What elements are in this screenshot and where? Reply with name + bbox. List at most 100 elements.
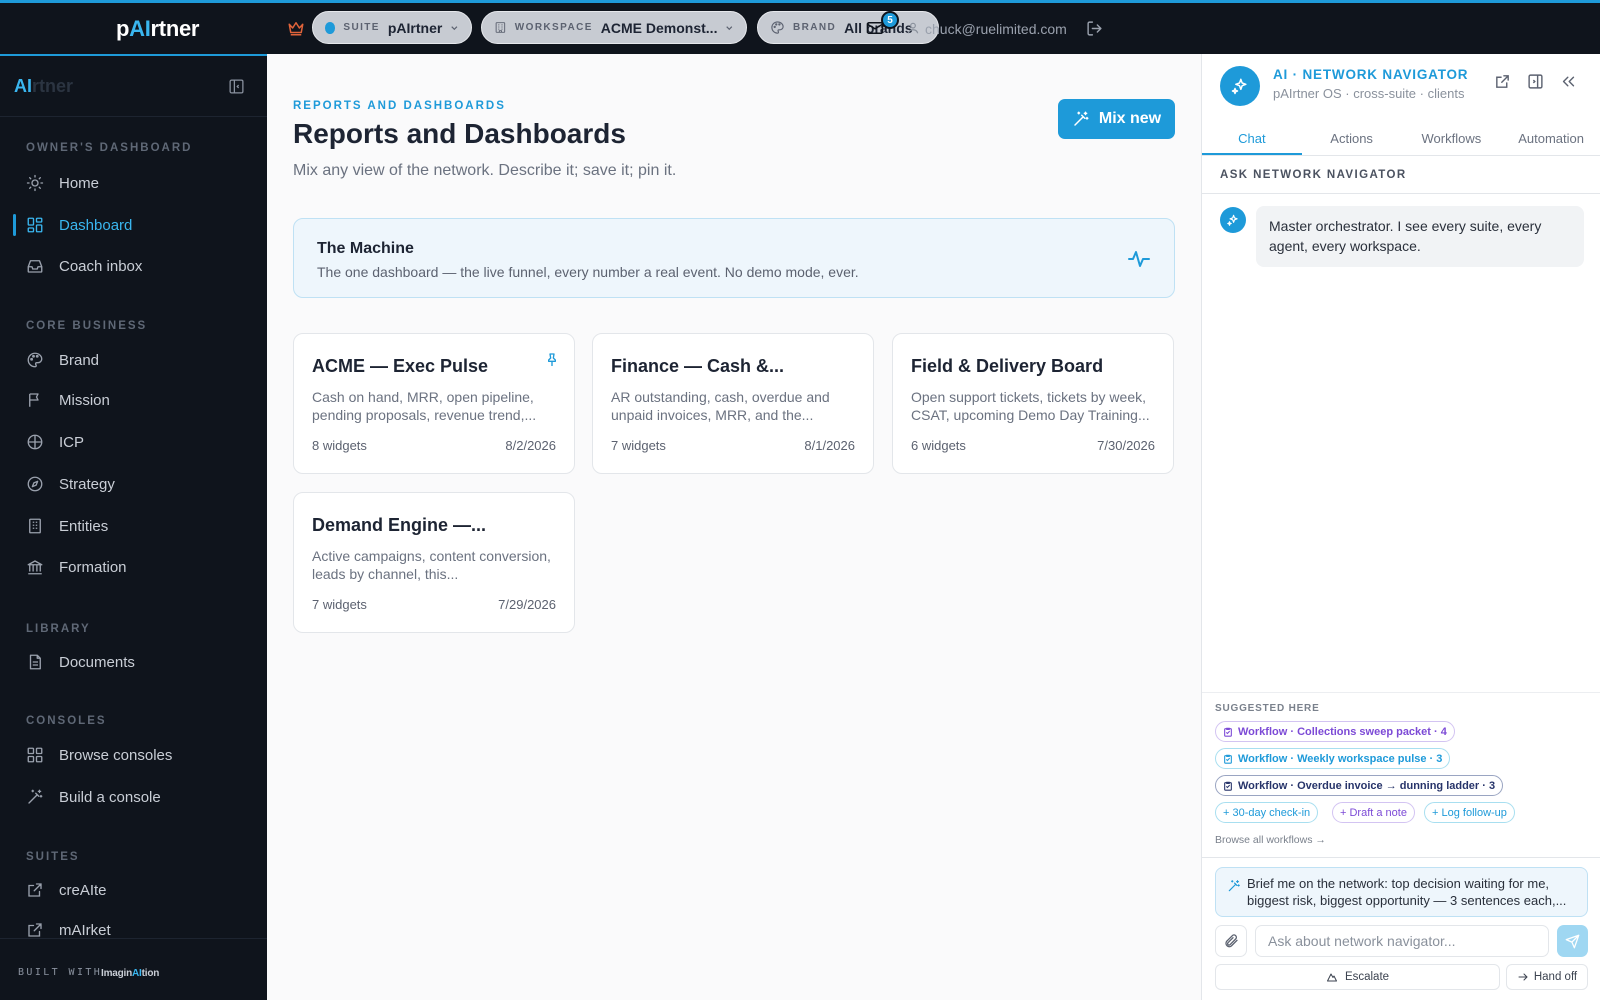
machine-banner[interactable]: The Machine The one dashboard — the live… (293, 218, 1175, 298)
quick-action-check-in[interactable]: + 30-day check-in (1215, 802, 1319, 823)
crown-icon[interactable] (287, 19, 305, 37)
section-suites: SUITES (26, 851, 80, 863)
navigator-subtitle: pAIrtner OS · cross-suite · clients (1273, 86, 1465, 101)
page-subtitle: Mix any view of the network. Describe it… (293, 162, 677, 179)
document-icon (29, 654, 41, 670)
assistant-message: Master orchestrator. I see every suite, … (1256, 206, 1584, 267)
collapse-panel-icon[interactable] (1560, 73, 1577, 90)
workflow-chip-dunning[interactable]: Workflow · Overdue invoice → dunning lad… (1215, 775, 1504, 796)
building-icon (495, 22, 506, 33)
clipboard-icon (1224, 781, 1232, 791)
imagination-logo[interactable]: ImaginAItion (101, 968, 159, 979)
hand-off-button[interactable]: Hand off (1506, 964, 1588, 990)
sidebar-item-home[interactable]: Home (0, 166, 267, 200)
navigator-title: AI · NETWORK NAVIGATOR (1273, 67, 1469, 82)
suite-dot-icon (325, 21, 336, 34)
user-email: chuck@ruelimited.com (925, 21, 1067, 37)
mix-new-button[interactable]: Mix new (1058, 99, 1175, 139)
sun-icon (26, 174, 44, 192)
sidebar-item-entities[interactable]: Entities (0, 509, 267, 543)
page-title: Reports and Dashboards (293, 118, 626, 149)
tab-chat[interactable]: Chat (1202, 121, 1302, 155)
sidebar-item-icp[interactable]: ICP (0, 425, 267, 459)
suggested-prompt-text: Brief me on the network: top decision wa… (1247, 876, 1567, 908)
workspace-selector[interactable]: WORKSPACE ACME Demonst... (481, 11, 747, 44)
compass-icon (27, 476, 43, 492)
dashboard-card[interactable]: Finance — Cash &... AR outstanding, cash… (592, 333, 874, 474)
pin-icon[interactable] (544, 352, 560, 368)
sidebar-item-coach-inbox[interactable]: Coach inbox (0, 249, 267, 283)
sidebar: AIrtner OWNER'S DASHBOARD Home Dashboard… (0, 54, 267, 1000)
top-bar: pAIrtner SUITE pAIrtner WORKSPACE ACME D… (0, 0, 1600, 54)
sidebar-item-brand[interactable]: Brand (0, 343, 267, 377)
magic-wand-icon (1074, 111, 1089, 126)
section-owners: OWNER'S DASHBOARD (26, 142, 193, 154)
clipboard-icon (1224, 754, 1232, 764)
workflow-chip-collections[interactable]: Workflow · Collections sweep packet · 4 (1215, 721, 1455, 742)
sparkle-icon (1231, 78, 1247, 95)
dashboard-card[interactable]: Field & Delivery Board Open support tick… (892, 333, 1174, 474)
dashboard-card[interactable]: Demand Engine —... Active campaigns, con… (293, 492, 575, 633)
attach-button[interactable] (1215, 925, 1247, 957)
quick-action-draft-note[interactable]: + Draft a note (1332, 802, 1415, 823)
sidebar-item-strategy[interactable]: Strategy (0, 467, 267, 501)
send-icon (1565, 934, 1580, 948)
sidebar-brand: AIrtner (14, 76, 74, 96)
sidebar-item-documents[interactable]: Documents (0, 645, 267, 679)
suggested-prompt[interactable]: Brief me on the network: top decision wa… (1215, 867, 1588, 917)
app-logo[interactable]: pAIrtner (116, 16, 199, 42)
card-widgets: 8 widgets (312, 438, 367, 453)
external-link-icon (28, 923, 42, 937)
machine-title: The Machine (317, 240, 414, 257)
ask-input[interactable] (1255, 925, 1549, 957)
send-button[interactable] (1557, 925, 1588, 957)
notification-badge[interactable]: 5 (881, 11, 899, 29)
card-date: 7/30/2026 (1097, 438, 1155, 453)
assistant-avatar (1220, 207, 1246, 233)
tab-actions[interactable]: Actions (1302, 121, 1402, 155)
sidebar-item-build-console[interactable]: Build a console (0, 780, 267, 814)
tab-automation[interactable]: Automation (1501, 121, 1600, 155)
clipboard-icon (1224, 727, 1232, 737)
section-library: LIBRARY (26, 623, 91, 635)
external-link-icon[interactable] (1494, 73, 1511, 90)
card-title: ACME — Exec Pulse (312, 356, 489, 376)
chevron-down-icon (451, 25, 458, 30)
palette-icon (27, 352, 43, 368)
card-title: Demand Engine —... (312, 515, 487, 535)
external-link-icon (28, 883, 42, 897)
mountain-icon (1326, 973, 1337, 982)
suggested-header: SUGGESTED HERE (1215, 703, 1320, 714)
card-widgets: 7 widgets (611, 438, 666, 453)
palette-icon (771, 21, 784, 34)
suite-selector[interactable]: SUITE pAIrtner (312, 11, 472, 44)
dashboard-grid-icon (27, 217, 43, 233)
sidebar-item-dashboard[interactable]: Dashboard (0, 208, 267, 242)
section-consoles: CONSOLES (26, 715, 107, 727)
card-title: Finance — Cash &... (611, 356, 785, 376)
built-with-label: BUILT WITH (18, 967, 103, 978)
dashboard-card[interactable]: ACME — Exec Pulse Cash on hand, MRR, ope… (293, 333, 575, 474)
card-widgets: 7 widgets (312, 597, 367, 612)
browse-workflows-link[interactable]: Browse all workflows → (1215, 834, 1326, 846)
section-core: CORE BUSINESS (26, 320, 148, 332)
user-icon (907, 22, 919, 34)
card-widgets: 6 widgets (911, 438, 966, 453)
sidebar-item-formation[interactable]: Formation (0, 550, 267, 584)
sidebar-collapse-icon[interactable] (228, 78, 245, 95)
sidebar-item-mission[interactable]: Mission (0, 383, 267, 417)
sidebar-item-create[interactable]: creAIte (0, 873, 267, 907)
workflow-chip-weekly-pulse[interactable]: Workflow · Weekly workspace pulse · 3 (1215, 748, 1451, 769)
navigator-panel: AI · NETWORK NAVIGATOR pAIrtner OS · cro… (1201, 54, 1600, 1000)
logout-icon[interactable] (1086, 20, 1103, 37)
escalate-button[interactable]: Escalate (1215, 964, 1500, 990)
tab-workflows[interactable]: Workflows (1402, 121, 1502, 155)
divider (1202, 857, 1600, 858)
quick-action-log-follow-up[interactable]: + Log follow-up (1424, 802, 1515, 823)
sidebar-item-browse-consoles[interactable]: Browse consoles (0, 738, 267, 772)
page-eyebrow: REPORTS AND DASHBOARDS (293, 100, 506, 112)
main-content: REPORTS AND DASHBOARDS Reports and Dashb… (267, 54, 1201, 1000)
sparkle-icon (1227, 214, 1238, 226)
panel-dock-icon[interactable] (1527, 73, 1544, 90)
flag-icon (29, 393, 39, 407)
